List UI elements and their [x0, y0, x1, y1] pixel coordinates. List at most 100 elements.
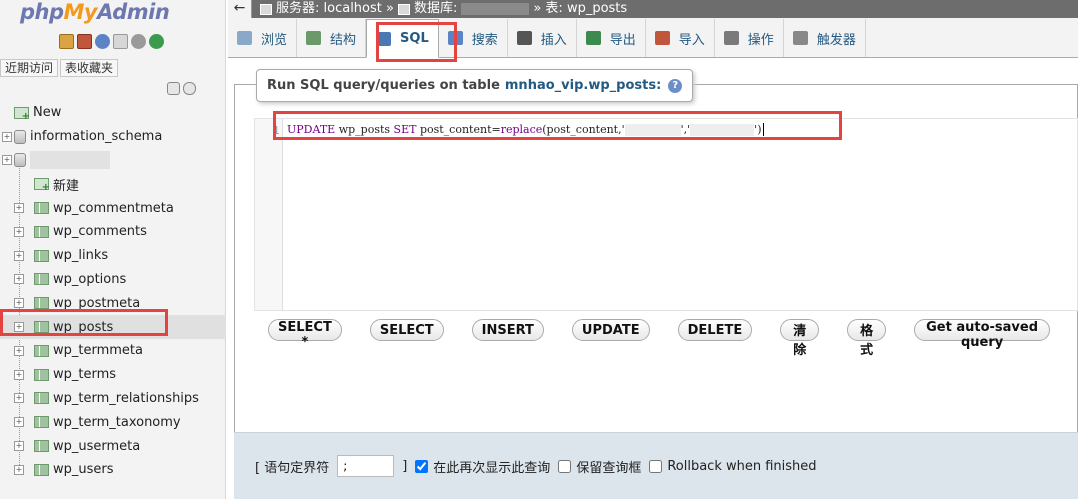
- tab-triggers[interactable]: 触发器: [784, 19, 866, 57]
- recent-tab[interactable]: 近期访问: [0, 59, 59, 77]
- tree-item-label[interactable]: 新建: [53, 175, 79, 194]
- nav-tabs: 近期访问 表收藏夹: [0, 59, 120, 77]
- tree-table-item[interactable]: + wp_term_taxonomy: [0, 410, 226, 434]
- expand-icon[interactable]: +: [14, 298, 24, 309]
- back-arrow-icon[interactable]: ←: [228, 0, 252, 18]
- tree-database-item[interactable]: + information_schema: [0, 125, 226, 149]
- help-icon[interactable]: ?: [668, 78, 683, 93]
- tab-import[interactable]: 导入: [646, 19, 715, 57]
- tree-item-label[interactable]: wp_term_relationships: [53, 391, 199, 406]
- table-icon: [34, 321, 49, 334]
- tab-label: 导出: [609, 32, 636, 48]
- retain-query-box-checkbox[interactable]: [558, 459, 572, 473]
- breadcrumb-server[interactable]: 服务器: localhost »: [276, 0, 394, 18]
- tab-insert[interactable]: 插入: [508, 19, 577, 57]
- expand-icon[interactable]: +: [14, 203, 24, 214]
- legend-text: Run SQL query/queries on table: [267, 78, 500, 93]
- tree-table-item[interactable]: + wp_options: [0, 268, 226, 292]
- expand-icon[interactable]: +: [14, 250, 24, 261]
- legend-table-link[interactable]: mnhao_vip.wp_posts:: [505, 78, 661, 93]
- insert-button[interactable]: INSERT: [471, 319, 544, 341]
- navigation-panel: phpMyAdmin 近期访问 表收藏夹 New + information_sch…: [0, 0, 226, 499]
- tab-operations[interactable]: 操作: [715, 19, 784, 57]
- tree-item-label[interactable]: wp_postmeta: [53, 296, 140, 311]
- help-icon[interactable]: [95, 34, 110, 49]
- tree-table-item[interactable]: + wp_postmeta: [0, 291, 226, 315]
- format-button[interactable]: 格式: [847, 319, 887, 358]
- expand-icon[interactable]: +: [14, 322, 24, 333]
- tree-item-label[interactable]: wp_usermeta: [53, 439, 140, 454]
- settings-icon[interactable]: [131, 34, 146, 49]
- favorites-tab[interactable]: 表收藏夹: [60, 59, 119, 77]
- expand-icon[interactable]: +: [14, 441, 24, 452]
- tree-item-label[interactable]: wp_options: [53, 272, 126, 287]
- collapse-all-icon[interactable]: [167, 82, 180, 95]
- clear-button[interactable]: 清除: [780, 319, 820, 358]
- tree-table-item[interactable]: + wp_usermeta: [0, 434, 226, 458]
- tree-item-label[interactable]: wp_term_taxonomy: [53, 415, 181, 430]
- tree-item-label[interactable]: wp_posts: [53, 320, 113, 335]
- tab-search[interactable]: 搜索: [439, 19, 508, 57]
- show-query-again-label[interactable]: 在此再次显示此查询: [433, 457, 550, 476]
- docs-icon[interactable]: [113, 34, 128, 49]
- expand-icon[interactable]: +: [14, 226, 24, 237]
- import-icon: [654, 31, 670, 45]
- tree-item-label[interactable]: New: [33, 105, 61, 120]
- tree-new-item[interactable]: New: [0, 101, 226, 125]
- rollback-label[interactable]: Rollback when finished: [667, 459, 816, 474]
- get-auto-saved-query-button[interactable]: Get auto-saved query: [914, 319, 1050, 350]
- reload-icon[interactable]: [149, 34, 164, 49]
- tree-database-item[interactable]: +: [0, 149, 226, 173]
- tree-item-label[interactable]: wp_users: [53, 462, 114, 477]
- tree-item-label[interactable]: information_schema: [30, 129, 162, 144]
- sql-editor[interactable]: 1 UPDATE wp_posts SET post_content=repla…: [254, 118, 1078, 311]
- nav-icon-bar: [59, 34, 164, 49]
- expand-icon[interactable]: +: [2, 131, 12, 142]
- select-star-button[interactable]: SELECT *: [268, 319, 342, 350]
- tree-table-item[interactable]: + wp_posts: [0, 315, 226, 339]
- delete-button[interactable]: DELETE: [677, 319, 753, 341]
- tree-table-item[interactable]: + wp_users: [0, 458, 226, 482]
- tree-item-label[interactable]: wp_comments: [53, 224, 147, 239]
- show-query-again-checkbox[interactable]: [415, 459, 429, 473]
- sql-args: (post_content,': [542, 123, 625, 136]
- tab-sql[interactable]: SQL: [366, 19, 439, 58]
- tree-table-item[interactable]: + wp_term_relationships: [0, 387, 226, 411]
- expand-icon[interactable]: +: [14, 345, 24, 356]
- expand-icon[interactable]: +: [14, 274, 24, 285]
- sql-code-line[interactable]: UPDATE wp_posts SET post_content=replace…: [287, 123, 764, 136]
- structure-icon: [306, 31, 322, 45]
- rollback-checkbox[interactable]: [649, 459, 663, 473]
- tree-item-label[interactable]: wp_commentmeta: [53, 201, 174, 216]
- table-icon: [34, 368, 49, 381]
- tab-browse[interactable]: 浏览: [228, 19, 298, 57]
- tree-table-item[interactable]: + wp_comments: [0, 220, 226, 244]
- update-button[interactable]: UPDATE: [571, 319, 650, 341]
- expand-icon[interactable]: +: [14, 464, 24, 475]
- tree-table-item[interactable]: + wp_commentmeta: [0, 196, 226, 220]
- expand-icon[interactable]: +: [14, 369, 24, 380]
- breadcrumb-database[interactable]: 数据库:: [414, 0, 457, 18]
- tree-item-label[interactable]: wp_termmeta: [53, 343, 143, 358]
- select-button[interactable]: SELECT: [369, 319, 444, 341]
- expand-icon[interactable]: +: [2, 155, 12, 166]
- tree-item-label[interactable]: wp_links: [53, 248, 108, 263]
- home-icon[interactable]: [59, 34, 74, 49]
- phpmyadmin-logo[interactable]: phpMyAdmin: [20, 0, 170, 24]
- tree-item-label[interactable]: wp_terms: [53, 367, 116, 382]
- tree-table-item[interactable]: + wp_links: [0, 244, 226, 268]
- breadcrumb-table[interactable]: » 表: wp_posts: [533, 0, 627, 18]
- expand-icon[interactable]: +: [14, 417, 24, 428]
- database-icon: [14, 129, 26, 144]
- delimiter-input[interactable]: [337, 455, 395, 477]
- tab-structure[interactable]: 结构: [297, 19, 367, 57]
- tab-label: 结构: [330, 32, 357, 48]
- retain-query-box-label[interactable]: 保留查询框: [576, 457, 641, 476]
- tab-export[interactable]: 导出: [577, 19, 646, 57]
- tree-table-item[interactable]: + wp_termmeta: [0, 339, 226, 363]
- exit-icon[interactable]: [77, 34, 92, 49]
- tree-table-item[interactable]: + wp_terms: [0, 363, 226, 387]
- link-icon[interactable]: [183, 82, 196, 95]
- expand-icon[interactable]: +: [14, 393, 24, 404]
- tree-new-item[interactable]: 新建: [0, 172, 226, 196]
